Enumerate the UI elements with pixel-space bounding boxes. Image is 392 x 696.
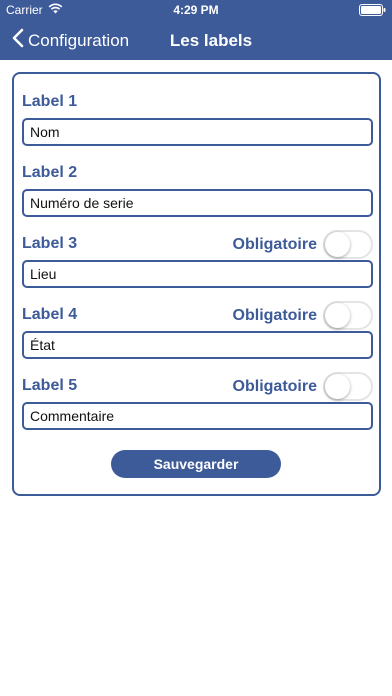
toggle-knob [325,303,350,328]
status-bar: Carrier 4:29 PM [0,0,392,20]
required-label: Obligatoire [232,236,317,253]
required-label: Obligatoire [232,378,317,395]
field-label: Label 1 [22,93,78,110]
field-label-2: Label 2 [22,161,373,217]
required-toggle-4[interactable] [323,301,373,330]
page-title: Les labels [169,31,253,50]
navigation-header: Carrier 4:29 PM Configuration Les labels [0,0,392,60]
toggle-knob [325,232,350,257]
field-label: Label 5 [22,377,78,394]
label-2-input[interactable] [22,189,373,217]
battery-icon [359,4,386,16]
field-label-3: Label 3 Obligatoire [22,230,373,288]
label-3-input[interactable] [22,260,373,288]
field-label-4: Label 4 Obligatoire [22,301,373,359]
label-5-input[interactable] [22,402,373,430]
required-toggle-3[interactable] [323,230,373,259]
required-label: Obligatoire [232,307,317,324]
field-label: Label 2 [22,164,78,181]
label-1-input[interactable] [22,118,373,146]
field-label: Label 4 [22,306,78,323]
save-button[interactable]: Sauvegarder [111,450,281,478]
status-time: 4:29 PM [173,3,219,17]
toggle-knob [325,374,350,399]
labels-form: Label 1 Label 2 Label 3 Obligatoire Labe… [12,72,381,496]
field-label-1: Label 1 [22,90,373,146]
required-toggle-5[interactable] [323,372,373,401]
label-4-input[interactable] [22,331,373,359]
field-label-5: Label 5 Obligatoire [22,372,373,430]
field-label: Label 3 [22,235,78,252]
